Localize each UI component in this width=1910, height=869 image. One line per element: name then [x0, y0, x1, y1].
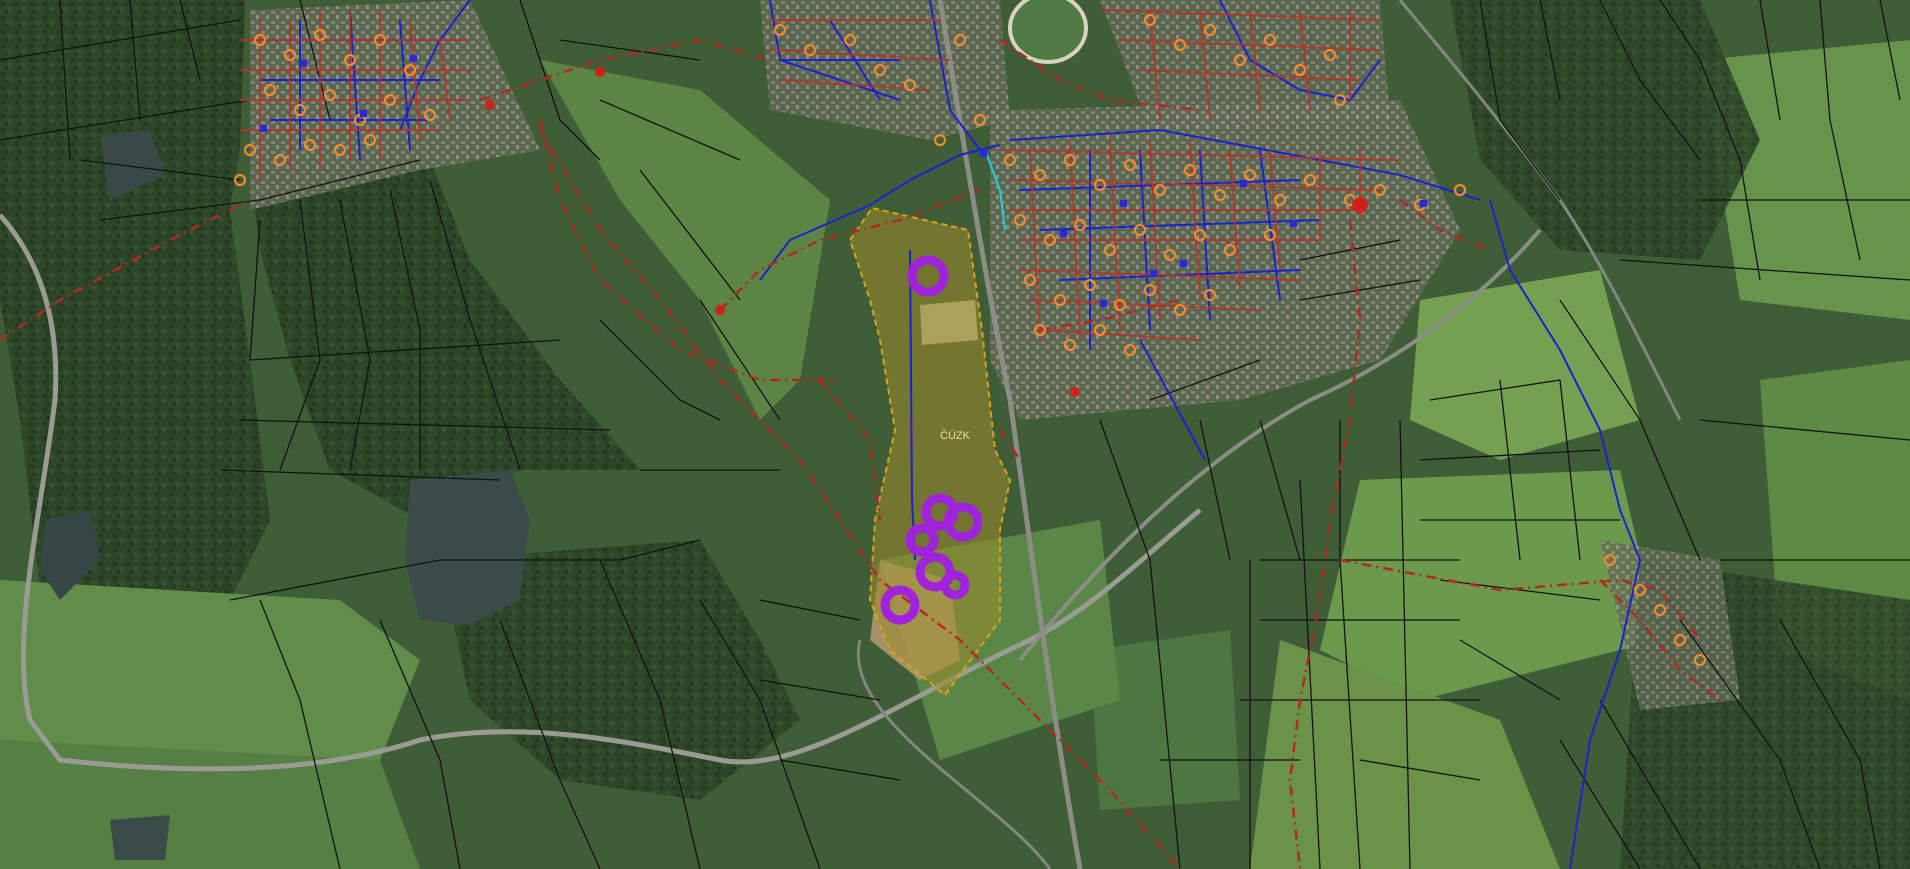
water-node — [1420, 200, 1427, 207]
water-node — [1060, 230, 1067, 237]
red-marker — [1070, 387, 1080, 397]
water-node — [1150, 270, 1157, 277]
water-node — [980, 150, 987, 157]
water-node — [300, 60, 307, 67]
pond-bottomleft — [110, 815, 170, 860]
water-node — [260, 125, 267, 132]
water-node — [1180, 260, 1187, 267]
map-canvas[interactable]: ČÚZK — [0, 0, 1910, 869]
map-view[interactable]: ČÚZK — [0, 0, 1910, 869]
running-track — [1008, 0, 1088, 64]
pond-large — [405, 470, 530, 625]
red-marker — [485, 100, 495, 110]
red-marker — [595, 67, 605, 77]
red-marker — [715, 305, 725, 315]
water-node — [1120, 200, 1127, 207]
water-node — [1100, 300, 1107, 307]
area-label: ČÚZK — [940, 429, 971, 442]
water-node — [360, 110, 367, 117]
red-marker — [1352, 197, 1368, 213]
water-node — [410, 55, 417, 62]
water-node — [1240, 180, 1247, 187]
water-node — [1290, 220, 1297, 227]
